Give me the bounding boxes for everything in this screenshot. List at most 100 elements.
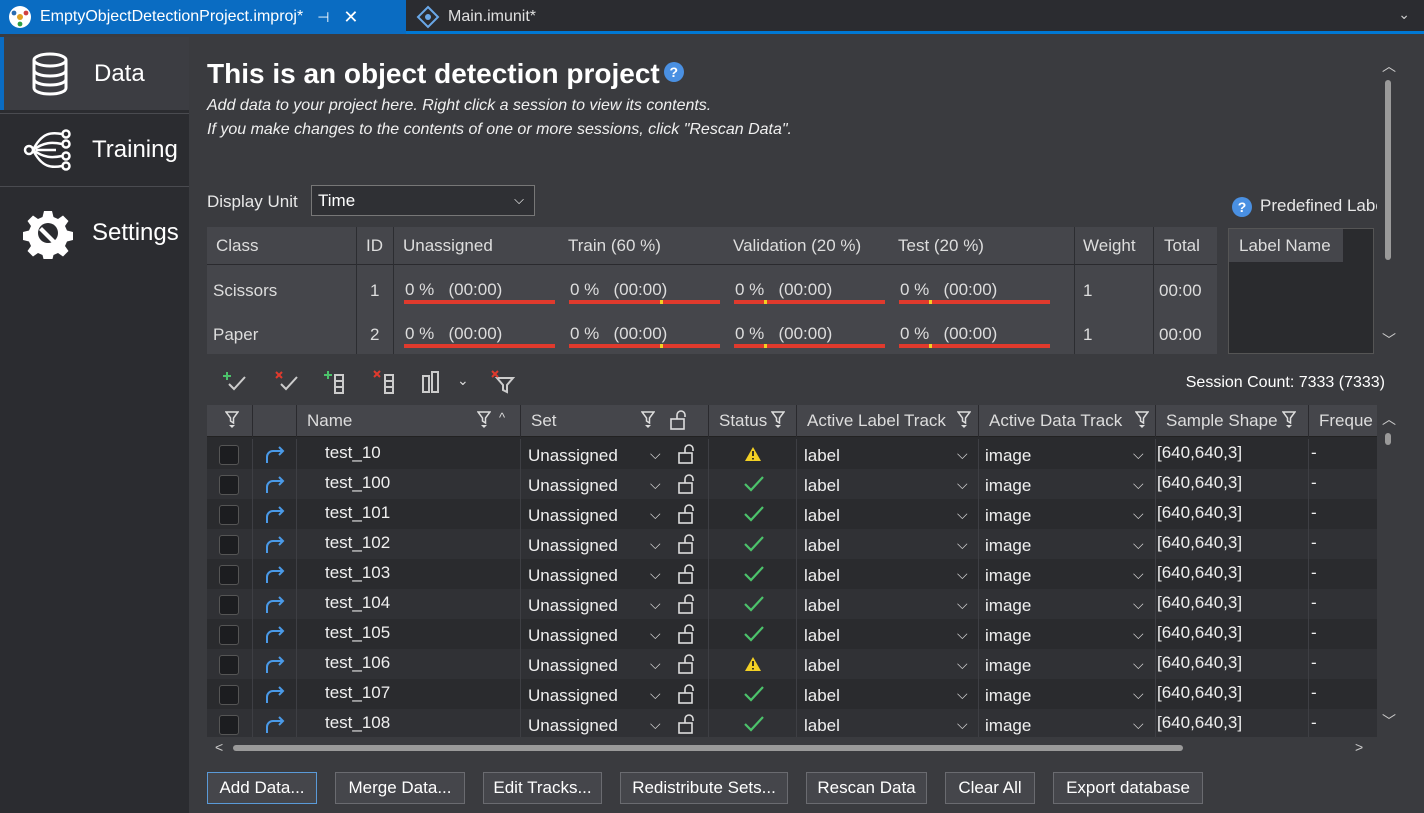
header-id[interactable]: ID bbox=[366, 236, 383, 256]
sidebar-item-settings[interactable]: Settings bbox=[0, 193, 189, 273]
tab-overflow-chevron-icon[interactable]: ⌄ bbox=[1398, 6, 1410, 23]
row-checkbox[interactable] bbox=[219, 445, 239, 465]
row-checkbox[interactable] bbox=[219, 655, 239, 675]
row-checkbox[interactable] bbox=[219, 505, 239, 525]
unlock-icon[interactable] bbox=[677, 624, 697, 644]
chevron-down-icon[interactable]: ⌵ bbox=[1133, 716, 1144, 733]
unlock-icon[interactable] bbox=[677, 534, 697, 554]
chevron-down-icon[interactable]: ⌵ bbox=[650, 596, 661, 613]
chevron-down-icon[interactable]: ⌵ bbox=[1133, 596, 1144, 613]
clear-all-button[interactable]: Clear All bbox=[945, 772, 1035, 804]
scroll-thumb[interactable] bbox=[1385, 80, 1391, 260]
chevron-down-icon[interactable]: ⌵ bbox=[1133, 476, 1144, 493]
class-row-scissors[interactable]: Scissors 1 0 % (00:00) 0 % (00:00) 0 % (… bbox=[207, 268, 1217, 312]
redistribute-sets-button[interactable]: Redistribute Sets... bbox=[620, 772, 788, 804]
filter-icon[interactable] bbox=[957, 411, 971, 429]
redirect-arrow-icon[interactable] bbox=[263, 535, 287, 555]
chevron-down-icon[interactable]: ⌵ bbox=[957, 536, 968, 553]
header-unassigned[interactable]: Unassigned bbox=[403, 236, 493, 256]
link-header-cell[interactable] bbox=[253, 405, 297, 437]
redirect-arrow-icon[interactable] bbox=[263, 715, 287, 735]
scroll-right-icon[interactable]: > bbox=[1355, 739, 1363, 755]
chevron-down-icon[interactable]: ⌵ bbox=[1133, 686, 1144, 703]
header-active-label-track[interactable]: Active Label Track bbox=[797, 405, 979, 437]
row-checkbox[interactable] bbox=[219, 565, 239, 585]
scroll-thumb[interactable] bbox=[1385, 433, 1391, 445]
unlock-icon[interactable] bbox=[677, 714, 697, 734]
chevron-down-icon[interactable]: ⌵ bbox=[1133, 656, 1144, 673]
row-checkbox[interactable] bbox=[219, 715, 239, 735]
chevron-down-icon[interactable]: ⌵ bbox=[650, 476, 661, 493]
chevron-down-icon[interactable]: ⌵ bbox=[957, 686, 968, 703]
filter-icon[interactable] bbox=[641, 411, 655, 429]
row-checkbox[interactable] bbox=[219, 685, 239, 705]
scroll-down-icon[interactable]: ﹀ bbox=[1382, 711, 1396, 731]
chevron-down-icon[interactable]: ⌵ bbox=[650, 656, 661, 673]
scroll-down-icon[interactable]: ﹀ bbox=[1382, 330, 1396, 350]
chevron-down-icon[interactable]: ⌵ bbox=[1133, 506, 1144, 523]
chevron-down-icon[interactable]: ⌵ bbox=[1133, 566, 1144, 583]
add-column-icon[interactable] bbox=[323, 370, 349, 394]
clear-filter-icon[interactable] bbox=[491, 370, 517, 394]
filter-icon[interactable] bbox=[225, 411, 239, 429]
redirect-arrow-icon[interactable] bbox=[263, 445, 287, 465]
chevron-down-icon[interactable]: ⌵ bbox=[1133, 626, 1144, 643]
table-row[interactable]: test_108 Unassigned ⌵ label ⌵ image ⌵ [640,640,… bbox=[207, 709, 1377, 737]
chevron-down-icon[interactable]: ⌵ bbox=[650, 716, 661, 733]
merge-data-button[interactable]: Merge Data... bbox=[335, 772, 465, 804]
unlock-icon[interactable] bbox=[677, 474, 697, 494]
header-active-data-track[interactable]: Active Data Track bbox=[979, 405, 1156, 437]
help-icon[interactable]: ? bbox=[1232, 196, 1252, 217]
predefined-labels-table[interactable]: Label Name bbox=[1228, 228, 1374, 354]
chevron-down-icon[interactable]: ⌵ bbox=[957, 476, 968, 493]
header-name[interactable]: Name ^ bbox=[297, 405, 521, 437]
table-row[interactable]: test_105 Unassigned ⌵ label ⌵ image ⌵ [640,640,… bbox=[207, 619, 1377, 649]
header-weight[interactable]: Weight bbox=[1083, 236, 1136, 256]
redirect-arrow-icon[interactable] bbox=[263, 625, 287, 645]
row-checkbox[interactable] bbox=[219, 625, 239, 645]
chevron-down-icon[interactable]: ⌵ bbox=[650, 506, 661, 523]
unlock-icon[interactable] bbox=[669, 410, 689, 430]
column-dropdown-chevron-icon[interactable]: ⌄ bbox=[457, 372, 469, 389]
edit-tracks-button[interactable]: Edit Tracks... bbox=[483, 772, 602, 804]
filter-icon[interactable] bbox=[1135, 411, 1149, 429]
chevron-down-icon[interactable]: ⌵ bbox=[650, 686, 661, 703]
unlock-icon[interactable] bbox=[677, 684, 697, 704]
row-checkbox[interactable] bbox=[219, 475, 239, 495]
upper-vertical-scrollbar[interactable]: ︿ ﹀ bbox=[1377, 52, 1401, 352]
display-unit-select[interactable]: Time ⌵ bbox=[311, 185, 535, 216]
scroll-thumb[interactable] bbox=[233, 745, 1183, 751]
remove-column-icon[interactable] bbox=[373, 370, 399, 394]
table-row[interactable]: test_104 Unassigned ⌵ label ⌵ image ⌵ [640,640,… bbox=[207, 589, 1377, 619]
row-checkbox[interactable] bbox=[219, 535, 239, 555]
redirect-arrow-icon[interactable] bbox=[263, 655, 287, 675]
header-status[interactable]: Status bbox=[709, 405, 797, 437]
filter-header-cell[interactable] bbox=[207, 405, 253, 437]
set-select[interactable]: Unassigned bbox=[528, 716, 618, 737]
table-row[interactable]: test_101 Unassigned ⌵ label ⌵ image ⌵ [640,640,… bbox=[207, 499, 1377, 529]
table-row[interactable]: test_107 Unassigned ⌵ label ⌵ image ⌵ [640,640,… bbox=[207, 679, 1377, 709]
tab-main-unit[interactable]: Main.imunit* bbox=[410, 0, 610, 34]
chevron-down-icon[interactable]: ⌵ bbox=[650, 626, 661, 643]
redirect-arrow-icon[interactable] bbox=[263, 565, 287, 585]
chevron-down-icon[interactable]: ⌵ bbox=[650, 566, 661, 583]
rescan-data-button[interactable]: Rescan Data bbox=[806, 772, 927, 804]
header-set[interactable]: Set bbox=[521, 405, 709, 437]
filter-icon[interactable] bbox=[1282, 411, 1296, 429]
chevron-down-icon[interactable]: ⌵ bbox=[957, 626, 968, 643]
table-row[interactable]: test_102 Unassigned ⌵ label ⌵ image ⌵ [640,640,… bbox=[207, 529, 1377, 559]
export-database-button[interactable]: Export database bbox=[1053, 772, 1203, 804]
chevron-down-icon[interactable]: ⌵ bbox=[957, 506, 968, 523]
close-icon[interactable]: ✕ bbox=[343, 7, 358, 28]
add-data-button[interactable]: Add Data... bbox=[207, 772, 317, 804]
redirect-arrow-icon[interactable] bbox=[263, 475, 287, 495]
sidebar-item-training[interactable]: Training bbox=[0, 113, 189, 187]
chevron-down-icon[interactable]: ⌵ bbox=[957, 566, 968, 583]
header-total[interactable]: Total bbox=[1164, 236, 1200, 256]
table-row[interactable]: test_10 Unassigned ⌵ label ⌵ image ⌵ [640,640,3… bbox=[207, 439, 1377, 469]
chevron-down-icon[interactable]: ⌵ bbox=[957, 596, 968, 613]
header-test[interactable]: Test (20 %) bbox=[898, 236, 984, 256]
header-train[interactable]: Train (60 %) bbox=[568, 236, 661, 256]
chevron-down-icon[interactable]: ⌵ bbox=[650, 446, 661, 463]
table-row[interactable]: test_100 Unassigned ⌵ label ⌵ image ⌵ [640,640,… bbox=[207, 469, 1377, 499]
